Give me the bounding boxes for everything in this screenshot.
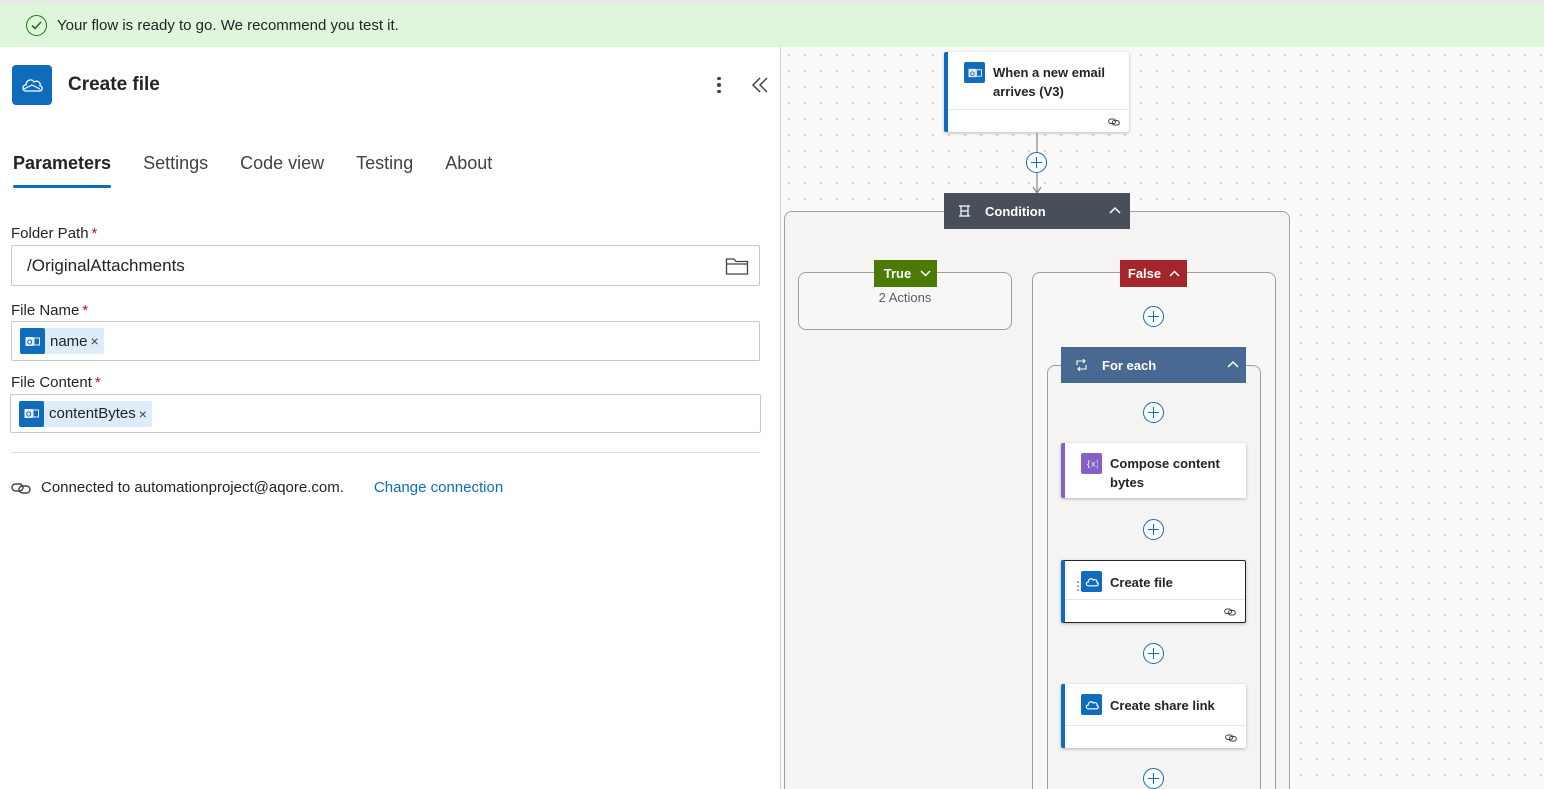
tab-about[interactable]: About — [445, 153, 492, 188]
outlook-icon: O — [19, 400, 44, 427]
success-banner: Your flow is ready to go. We recommend y… — [0, 0, 1544, 47]
card-footer — [1065, 599, 1245, 622]
onedrive-cloud-icon — [1081, 694, 1102, 715]
flow-canvas[interactable]: 2 Actions O When a new email arrives (V3… — [780, 47, 1544, 789]
svg-text:O: O — [969, 70, 974, 77]
condition-header[interactable]: Condition — [944, 193, 1130, 229]
add-step-icon[interactable] — [1143, 519, 1164, 540]
more-vertical-icon — [717, 76, 721, 81]
collapse-panel-button[interactable] — [748, 73, 772, 97]
remove-token-button[interactable]: × — [139, 406, 147, 422]
add-step-icon[interactable] — [1143, 768, 1164, 789]
link-icon — [1224, 608, 1236, 616]
create-file-title: Create file — [1110, 575, 1173, 590]
loop-icon — [1076, 359, 1087, 371]
card-footer — [1065, 725, 1246, 748]
add-step-icon[interactable] — [1026, 152, 1047, 173]
create-file-card[interactable]: ⋮ Create file — [1061, 560, 1246, 623]
divider — [11, 452, 760, 453]
token-label: contentBytes — [49, 405, 136, 422]
file-content-label: File Content * — [11, 374, 101, 391]
link-icon — [1108, 118, 1120, 126]
file-name-input[interactable]: O name × — [11, 321, 760, 361]
panel-header: Create file — [12, 65, 772, 105]
folder-path-input[interactable]: /OriginalAttachments — [11, 245, 760, 286]
connection-info: Connected to automationproject@aqore.com… — [11, 479, 503, 496]
condition-icon — [959, 205, 970, 217]
onedrive-cloud-icon — [1081, 571, 1102, 592]
for-each-header[interactable]: For each — [1061, 347, 1246, 383]
banner-message: Your flow is ready to go. We recommend y… — [57, 16, 399, 34]
chevron-down-icon — [920, 270, 931, 277]
add-step-icon[interactable] — [1143, 643, 1164, 664]
file-name-label: File Name * — [11, 302, 89, 319]
add-step-icon[interactable] — [1143, 306, 1164, 327]
true-branch-badge[interactable]: True — [874, 260, 937, 287]
token-label: name — [50, 332, 88, 350]
add-step-icon[interactable] — [1143, 402, 1164, 423]
panel-title: Create file — [68, 74, 160, 95]
tab-parameters[interactable]: Parameters — [13, 153, 112, 188]
compose-card[interactable]: {x} Compose content bytes — [1061, 443, 1246, 498]
remove-token-button[interactable]: × — [91, 333, 99, 349]
for-each-title: For each — [1102, 357, 1157, 373]
chevron-up-icon[interactable] — [1109, 206, 1121, 214]
folder-path-label: Folder Path * — [11, 225, 98, 242]
svg-text:O: O — [27, 339, 33, 346]
card-footer — [948, 109, 1129, 132]
chevron-up-icon[interactable] — [1227, 360, 1239, 368]
compose-title: Compose content bytes — [1110, 456, 1220, 490]
svg-text:O: O — [26, 412, 32, 419]
false-branch-badge[interactable]: False — [1120, 260, 1187, 287]
tab-code-view[interactable]: Code view — [240, 153, 324, 188]
link-icon — [1225, 734, 1237, 742]
connection-text: Connected to automationproject@aqore.com… — [41, 479, 344, 496]
onedrive-cloud-icon — [12, 65, 52, 105]
svg-text:{x}: {x} — [1086, 460, 1098, 469]
outlook-icon: O — [20, 328, 45, 354]
folder-icon[interactable] — [725, 256, 749, 276]
tab-testing[interactable]: Testing — [356, 153, 413, 188]
create-share-link-title: Create share link — [1110, 698, 1215, 713]
check-circle-icon — [26, 14, 47, 36]
create-share-link-card[interactable]: Create share link — [1061, 684, 1246, 748]
panel-tabs: Parameters Settings Code view Testing Ab… — [13, 153, 524, 188]
file-content-input[interactable]: O contentBytes × — [10, 394, 761, 433]
trigger-title: When a new email arrives (V3) — [993, 65, 1105, 99]
double-chevron-left-icon — [751, 77, 768, 93]
token-chip[interactable]: O name × — [20, 328, 104, 354]
compose-icon: {x} — [1081, 453, 1102, 474]
action-details-panel: Create file Parameters Settings Code vie… — [0, 47, 780, 789]
outlook-icon: O — [964, 62, 985, 83]
true-branch-summary: 2 Actions — [878, 290, 932, 305]
change-connection-link[interactable]: Change connection — [374, 479, 503, 496]
folder-path-value: /OriginalAttachments — [27, 255, 185, 275]
link-icon — [11, 482, 31, 494]
condition-title: Condition — [985, 203, 1046, 219]
more-options-button[interactable] — [709, 73, 729, 97]
chevron-up-icon — [1169, 270, 1180, 277]
token-chip[interactable]: O contentBytes × — [19, 400, 152, 427]
trigger-card[interactable]: O When a new email arrives (V3) — [944, 52, 1129, 132]
tab-settings[interactable]: Settings — [143, 153, 208, 188]
